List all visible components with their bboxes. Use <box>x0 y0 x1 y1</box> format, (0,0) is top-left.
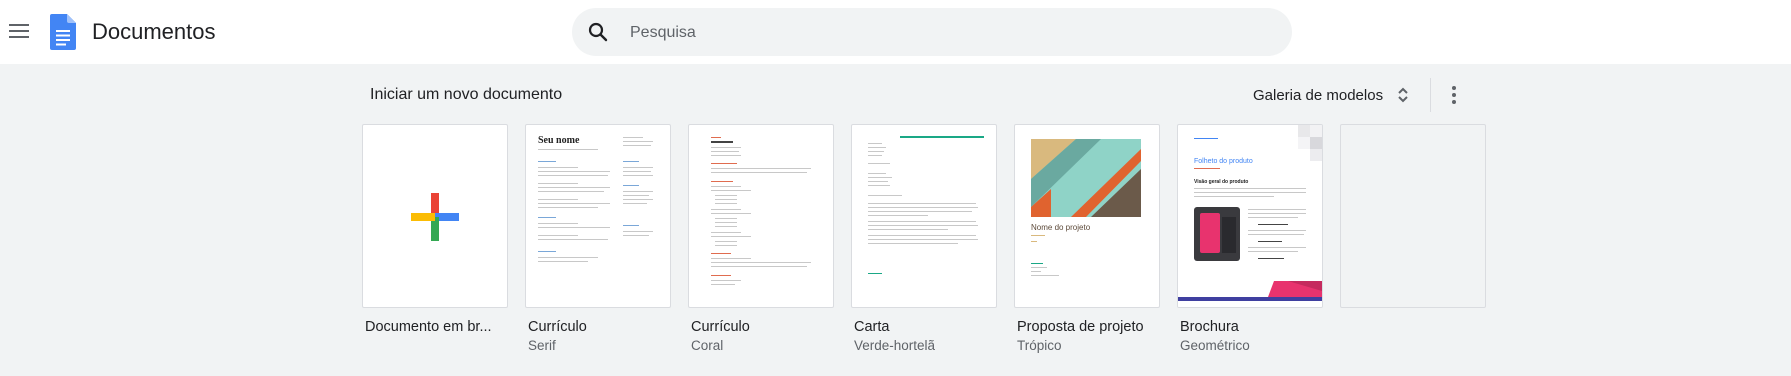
thumb-subheading: Visão geral do produto <box>1194 179 1249 185</box>
template-blank[interactable]: Documento em br... <box>362 124 508 335</box>
template-subtitle: Coral <box>691 338 724 353</box>
template-name: Brochura <box>1180 319 1239 335</box>
search-bar[interactable] <box>572 8 1292 56</box>
template-name: Documento em br... <box>365 319 492 335</box>
app-header: Documentos <box>0 0 1791 64</box>
unfold-icon <box>1398 87 1408 103</box>
thumb-heading: Nome do projeto <box>1031 223 1091 232</box>
brochure-footer-band <box>1178 281 1322 307</box>
thumb-heading: Seu nome <box>538 135 580 146</box>
template-gallery-label: Galeria de modelos <box>1253 86 1384 104</box>
template-letter[interactable]: Carta Verde-hortelã <box>851 124 997 353</box>
template-thumbnail[interactable] <box>362 124 508 308</box>
template-subtitle: Serif <box>528 338 556 353</box>
template-thumbnail[interactable]: Nome do projeto <box>1014 124 1160 308</box>
template-brochure[interactable]: Folheto do produto Visão geral do produt… <box>1177 124 1323 353</box>
template-name: Currículo <box>528 319 587 335</box>
template-gallery-button[interactable]: Galeria de modelos <box>1245 78 1421 112</box>
template-subtitle: Verde-hortelã <box>854 338 936 353</box>
proposal-cover-art <box>1031 139 1141 217</box>
brochure-corner-pattern <box>1298 125 1322 161</box>
template-name: Proposta de projeto <box>1017 319 1144 335</box>
template-thumbnail[interactable]: Seu nome <box>525 124 671 308</box>
template-name: Currículo <box>691 319 750 335</box>
divider <box>1430 78 1431 112</box>
plus-icon <box>411 193 459 241</box>
template-thumbnail[interactable] <box>851 124 997 308</box>
app-title[interactable]: Documentos <box>92 19 216 45</box>
template-thumbnail[interactable]: Folheto do produto Visão geral do produt… <box>1177 124 1323 308</box>
template-resume-coral[interactable]: Currículo Coral <box>688 124 834 353</box>
template-project-proposal[interactable]: Nome do projeto Proposta de projeto Tróp… <box>1014 124 1160 353</box>
thumb-heading: Folheto do produto <box>1194 158 1253 165</box>
search-input[interactable] <box>628 18 1272 48</box>
template-placeholder <box>1340 124 1486 308</box>
section-title: Iniciar um novo documento <box>370 86 563 103</box>
more-vert-icon[interactable] <box>1440 78 1468 112</box>
docs-logo-icon[interactable] <box>50 14 76 50</box>
template-subtitle: Geométrico <box>1180 338 1250 353</box>
search-icon[interactable] <box>586 20 610 44</box>
menu-icon[interactable] <box>6 16 38 48</box>
template-thumbnail-empty <box>1340 124 1486 308</box>
template-subtitle: Trópico <box>1017 338 1062 353</box>
template-name: Carta <box>854 319 890 335</box>
template-thumbnail[interactable] <box>688 124 834 308</box>
template-resume-serif[interactable]: Seu nome Currículo Serif <box>525 124 671 353</box>
brochure-phone-image <box>1194 207 1240 261</box>
